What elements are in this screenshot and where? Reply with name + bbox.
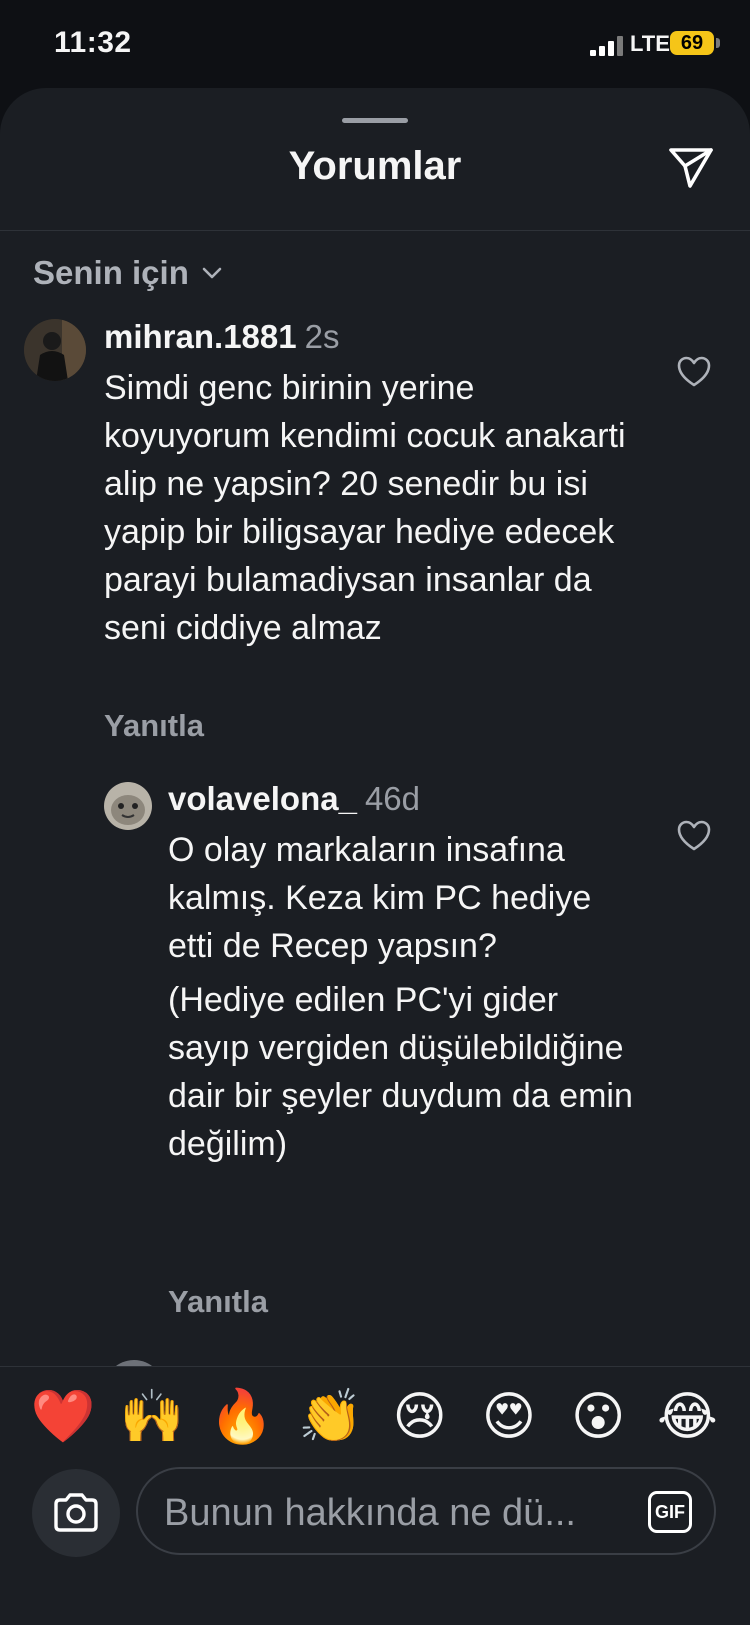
status-time: 11:32 xyxy=(54,26,132,59)
comment-composer-panel: ❤️ 🙌 🔥 👏 😢 😍 😮 😂 GIF xyxy=(0,1366,750,1625)
sort-filter-dropdown[interactable]: Senin için xyxy=(33,248,225,298)
comment-text: Simdi genc birinin yerine koyuyorum kend… xyxy=(104,369,626,647)
comment-age: 2s xyxy=(304,318,340,355)
reply-button[interactable]: Yanıtla xyxy=(168,1284,268,1320)
comment-text: O olay markaların insafına kalmış. Keza … xyxy=(168,831,633,1163)
emoji-crying-button[interactable]: 😢 xyxy=(388,1385,452,1449)
heart-icon[interactable] xyxy=(677,820,711,852)
sheet-title: Yorumlar xyxy=(288,144,462,188)
comment-input-wrapper: GIF xyxy=(136,1467,716,1555)
header-divider xyxy=(0,230,750,231)
emoji-fire-button[interactable]: 🔥 xyxy=(209,1385,274,1449)
camera-button[interactable] xyxy=(32,1469,120,1557)
comment-input[interactable] xyxy=(162,1485,626,1541)
reply-button[interactable]: Yanıtla xyxy=(104,708,204,744)
comment-username[interactable]: volavelona_ 46d xyxy=(168,780,420,818)
share-send-icon[interactable] xyxy=(666,142,716,192)
gif-button[interactable]: GIF xyxy=(648,1491,692,1533)
emoji-laughing-button[interactable]: 😂 xyxy=(655,1385,719,1449)
emoji-quick-reactions: ❤️ 🙌 🔥 👏 😢 😍 😮 😂 xyxy=(0,1385,750,1449)
comment-username[interactable]: mihran.1881 2s xyxy=(104,318,339,356)
filter-label: Senin için xyxy=(33,254,189,291)
sheet-grabber[interactable] xyxy=(342,118,408,123)
avatar[interactable] xyxy=(104,782,152,830)
camera-icon xyxy=(54,1493,98,1532)
status-bar: 11:32 LTE 69 xyxy=(0,0,750,88)
emoji-heart-eyes-button[interactable]: 😍 xyxy=(477,1385,541,1449)
emoji-raised-hands-button[interactable]: 🙌 xyxy=(120,1385,185,1449)
avatar[interactable] xyxy=(24,319,86,381)
comment-age: 46d xyxy=(364,780,420,817)
heart-icon[interactable] xyxy=(677,356,711,388)
battery-tip xyxy=(716,38,720,48)
emoji-surprised-button[interactable]: 😮 xyxy=(566,1385,630,1449)
signal-icon xyxy=(590,36,626,56)
comment-reply: volavelona_ 46d O olay markaların insafın… xyxy=(0,780,750,1340)
chevron-down-icon xyxy=(202,267,222,279)
battery-icon: 69 xyxy=(670,31,714,55)
emoji-clap-button[interactable]: 👏 xyxy=(298,1385,363,1449)
comment: mihran.1881 2s Simdi genc birinin yerine … xyxy=(0,318,750,743)
network-label: LTE xyxy=(630,31,670,56)
emoji-heart-button[interactable]: ❤️ xyxy=(31,1385,96,1449)
